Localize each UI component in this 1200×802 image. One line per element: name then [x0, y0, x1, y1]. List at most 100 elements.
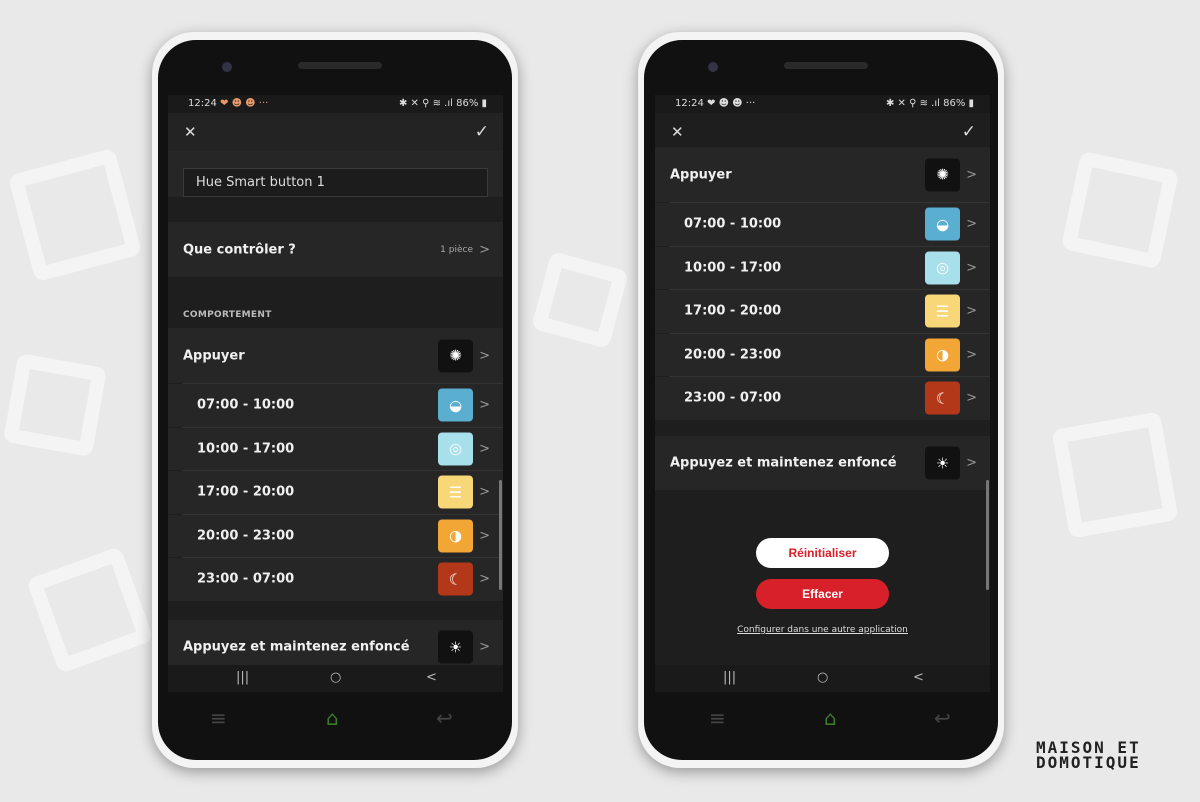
scene-press-icon: ✺ [925, 158, 960, 191]
camera [708, 62, 718, 72]
time: 12:24 [188, 98, 217, 109]
chevron-right-icon: > [479, 441, 490, 457]
scene-press-icon: ✺ [438, 339, 473, 372]
time-slot-row[interactable]: 17:00 - 20:00 ☰ > [655, 290, 990, 333]
phone-right: 12:24 ❤ ☻ ☻ ··· ✱ ✕ ⚲ ≋ .ıl 86% ▮ ✕ ✓ Ap… [638, 32, 1004, 768]
time-slot-row[interactable]: 07:00 - 10:00 ◒ > [655, 203, 990, 246]
notification-icons: ❤ ☻ ☻ ··· [707, 98, 756, 109]
screen-left: 12:24 ❤ ☻ ☻ ··· ✱ ✕ ⚲ ≋ .ıl 86% ▮ ✕ ✓ Hu… [168, 95, 503, 692]
scene-icon: ◒ [925, 207, 960, 241]
brightness-icon: ☀ [438, 630, 473, 664]
home-button[interactable]: ○ [330, 670, 341, 685]
toolbar: ✕ ✓ [655, 113, 990, 151]
recents-button[interactable]: ||| [723, 670, 736, 685]
back-icon[interactable]: ↩ [436, 706, 453, 730]
status-bar: 12:24 ❤ ☻ ☻ ··· ✱ ✕ ⚲ ≋ .ıl 86% ▮ [655, 95, 990, 113]
time-slot-row[interactable]: 20:00 - 23:00 ◑ > [168, 514, 503, 557]
time: 12:24 [675, 98, 704, 109]
time-slot-row[interactable]: 23:00 - 07:00 ☾ > [655, 377, 990, 420]
other-app-link[interactable]: Configurer dans une autre application [655, 625, 990, 635]
time-slot-row[interactable]: 10:00 - 17:00 ◎ > [655, 246, 990, 289]
close-icon[interactable]: ✕ [671, 123, 684, 141]
time-slot-label: 23:00 - 07:00 [197, 571, 295, 587]
time-slot-label: 17:00 - 20:00 [197, 484, 295, 500]
time-slot-row[interactable]: 17:00 - 20:00 ☰ > [168, 471, 503, 514]
time-slot-row[interactable]: 23:00 - 07:00 ☾ > [168, 558, 503, 601]
scene-icon: ◑ [438, 519, 473, 553]
press-row[interactable]: Appuyer ✺ > [168, 328, 503, 383]
scene-icon: ☰ [925, 294, 960, 328]
check-icon[interactable]: ✓ [962, 122, 976, 142]
home-icon[interactable]: ⌂ [824, 706, 837, 730]
control-label: Que contrôler ? [183, 242, 296, 257]
scene-icon: ◎ [925, 251, 960, 285]
time-slot-row[interactable]: 20:00 - 23:00 ◑ > [655, 333, 990, 376]
chevron-right-icon: > [966, 260, 977, 276]
time-slot-row[interactable]: 07:00 - 10:00 ◒ > [168, 384, 503, 427]
app-bar: ≡ ⌂ ↩ [168, 692, 502, 747]
status-time: 12:24 ❤ ☻ ☻ ··· [188, 98, 268, 109]
scene-icon: ☾ [925, 381, 960, 415]
chevron-right-icon: > [479, 348, 490, 363]
back-button[interactable]: < [426, 670, 437, 685]
system-nav: ||| ○ < [655, 665, 990, 692]
app-bar: ≡ ⌂ ↩ [654, 692, 988, 747]
control-value: 1 pièce [440, 244, 473, 255]
screen-right: 12:24 ❤ ☻ ☻ ··· ✱ ✕ ⚲ ≋ .ıl 86% ▮ ✕ ✓ Ap… [655, 95, 990, 692]
logo-line2: DOMOTIQUE [1036, 753, 1141, 772]
chevron-right-icon: > [966, 455, 977, 471]
scene-icon: ◑ [925, 338, 960, 372]
scene-icon: ☾ [438, 562, 473, 596]
status-time: 12:24 ❤ ☻ ☻ ··· [675, 98, 755, 109]
scene-icon: ☰ [438, 475, 473, 509]
press-label: Appuyer [670, 167, 732, 182]
delete-button[interactable]: Effacer [756, 579, 889, 609]
back-icon[interactable]: ↩ [934, 706, 951, 730]
time-slot-label: 10:00 - 17:00 [684, 260, 782, 276]
time-slot-label: 07:00 - 10:00 [684, 216, 782, 232]
menu-icon[interactable]: ≡ [709, 706, 726, 730]
hold-label: Appuyez et maintenez enfoncé [183, 639, 410, 655]
status-right-icons: ✱ ✕ ⚲ ≋ .ıl 86% ▮ [399, 98, 487, 109]
home-icon[interactable]: ⌂ [326, 706, 339, 730]
press-label: Appuyer [183, 348, 245, 363]
close-icon[interactable]: ✕ [184, 123, 197, 141]
time-slot-label: 17:00 - 20:00 [684, 303, 782, 319]
check-icon[interactable]: ✓ [475, 122, 489, 142]
notification-icons: ❤ ☻ ☻ ··· [220, 98, 269, 109]
chevron-right-icon: > [479, 242, 490, 257]
phone-left: 12:24 ❤ ☻ ☻ ··· ✱ ✕ ⚲ ≋ .ıl 86% ▮ ✕ ✓ Hu… [152, 32, 518, 768]
control-row[interactable]: Que contrôler ? 1 pièce > [168, 222, 503, 277]
recents-button[interactable]: ||| [236, 670, 249, 685]
chevron-right-icon: > [966, 347, 977, 363]
chevron-right-icon: > [966, 216, 977, 232]
phone-bezel: 12:24 ❤ ☻ ☻ ··· ✱ ✕ ⚲ ≋ .ıl 86% ▮ ✕ ✓ Hu… [158, 40, 512, 760]
press-row[interactable]: Appuyer ✺ > [655, 147, 990, 202]
system-nav: ||| ○ < [168, 665, 503, 692]
menu-icon[interactable]: ≡ [210, 706, 227, 730]
chevron-right-icon: > [479, 571, 490, 587]
back-button[interactable]: < [913, 670, 924, 685]
home-button[interactable]: ○ [817, 670, 828, 685]
chevron-right-icon: > [479, 397, 490, 413]
time-slot-row[interactable]: 10:00 - 17:00 ◎ > [168, 427, 503, 470]
button-name-input[interactable]: Hue Smart button 1 [183, 168, 488, 197]
hold-row[interactable]: Appuyez et maintenez enfoncé ☀ > [655, 436, 990, 490]
reset-button[interactable]: Réinitialiser [756, 538, 889, 568]
speaker [784, 62, 868, 69]
speaker [298, 62, 382, 69]
phone-bezel: 12:24 ❤ ☻ ☻ ··· ✱ ✕ ⚲ ≋ .ıl 86% ▮ ✕ ✓ Ap… [644, 40, 998, 760]
hold-label: Appuyez et maintenez enfoncé [670, 455, 897, 471]
chevron-right-icon: > [479, 484, 490, 500]
brightness-icon: ☀ [925, 446, 960, 480]
scene-icon: ◎ [438, 432, 473, 466]
scrollbar[interactable] [499, 480, 502, 590]
time-slot-label: 10:00 - 17:00 [197, 441, 295, 457]
scene-icon: ◒ [438, 388, 473, 422]
chevron-right-icon: > [966, 303, 977, 319]
status-bar: 12:24 ❤ ☻ ☻ ··· ✱ ✕ ⚲ ≋ .ıl 86% ▮ [168, 95, 503, 113]
time-slot-label: 20:00 - 23:00 [684, 347, 782, 363]
scrollbar[interactable] [986, 480, 989, 590]
watermark-logo: MAISON ET DOMOTIQUE [1036, 740, 1141, 772]
chevron-right-icon: > [479, 639, 490, 655]
